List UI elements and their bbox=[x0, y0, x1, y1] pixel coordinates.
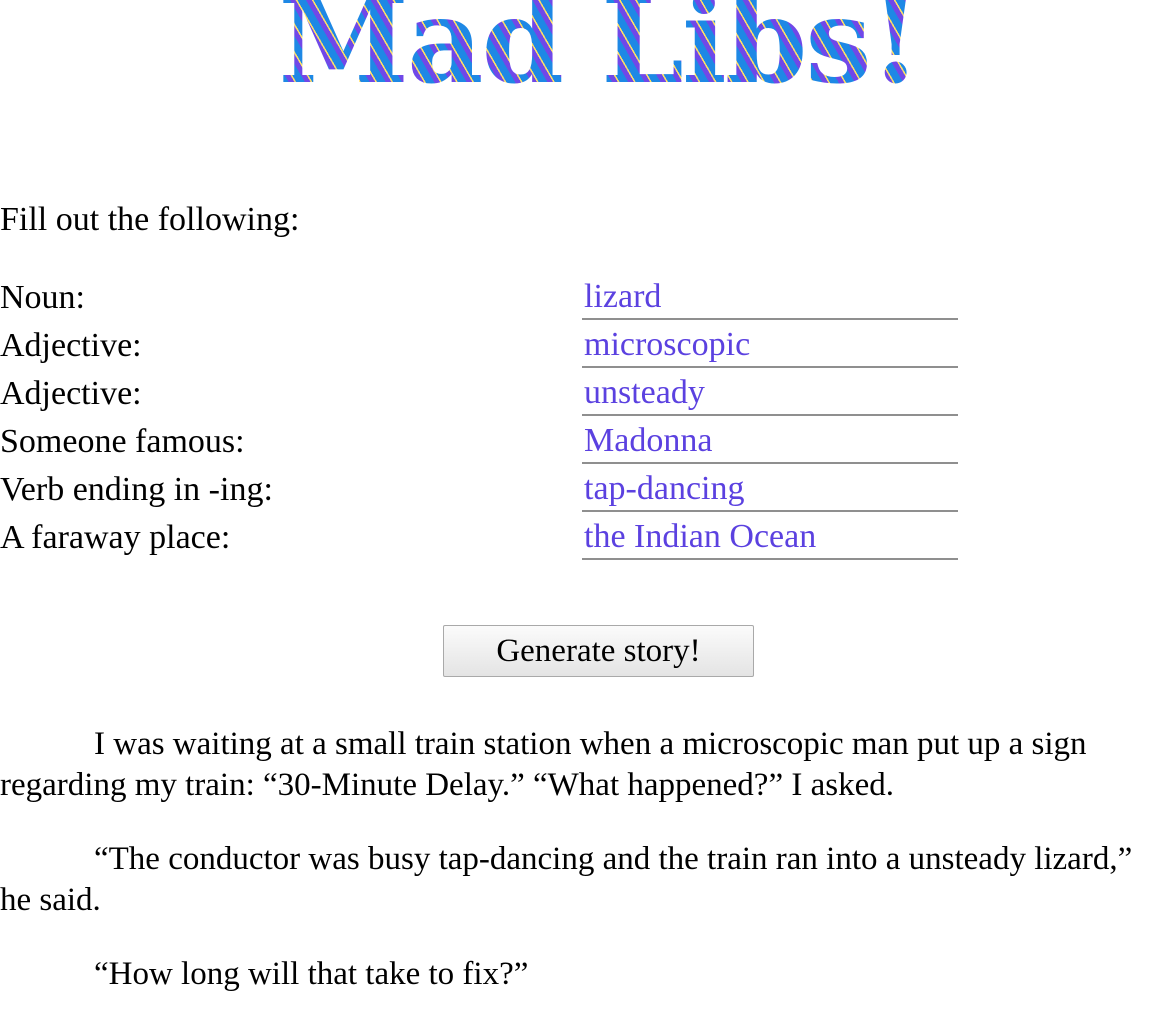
verb-ing-input[interactable] bbox=[582, 468, 958, 512]
field-label-verb-ing: Verb ending in -ing: bbox=[0, 471, 273, 508]
generate-story-button[interactable]: Generate story! bbox=[443, 625, 754, 677]
someone-famous-input[interactable] bbox=[582, 420, 958, 464]
faraway-place-input[interactable] bbox=[582, 516, 958, 560]
adjective-2-input[interactable] bbox=[582, 372, 958, 416]
form-row-faraway-place: A faraway place: bbox=[0, 516, 960, 564]
adjective-1-input[interactable] bbox=[582, 324, 958, 368]
field-label-noun: Noun: bbox=[0, 279, 85, 316]
field-label-adjective-1: Adjective: bbox=[0, 327, 142, 364]
field-label-someone-famous: Someone famous: bbox=[0, 423, 245, 460]
noun-input[interactable] bbox=[582, 276, 958, 320]
form-row-adjective-1: Adjective: bbox=[0, 324, 960, 372]
form-row-someone-famous: Someone famous: bbox=[0, 420, 960, 468]
page-title: Mad Libs! bbox=[0, 0, 1158, 100]
field-label-faraway-place: A faraway place: bbox=[0, 519, 231, 556]
story-paragraph: “The conductor was busy tap-dancing and … bbox=[0, 841, 1133, 918]
story-paragraph: “How long will that take to fix?” bbox=[94, 956, 529, 992]
field-label-adjective-2: Adjective: bbox=[0, 375, 142, 412]
form-row-noun: Noun: bbox=[0, 276, 960, 324]
story-paragraph: I was waiting at a small train station w… bbox=[0, 726, 1087, 803]
form-intro: Fill out the following: bbox=[0, 201, 300, 238]
madlibs-form: Noun: Adjective: Adjective: Someone famo… bbox=[0, 276, 960, 564]
story-output: I was waiting at a small train station w… bbox=[0, 724, 1158, 1028]
form-row-verb-ing: Verb ending in -ing: bbox=[0, 468, 960, 516]
form-row-adjective-2: Adjective: bbox=[0, 372, 960, 420]
